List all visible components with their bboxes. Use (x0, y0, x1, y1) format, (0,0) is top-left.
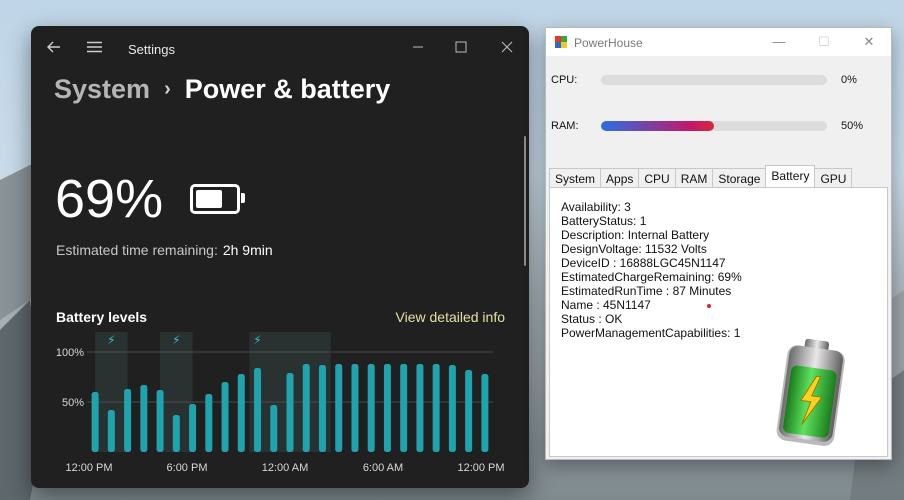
battery-level-bar (270, 405, 278, 452)
battery-level-bar (91, 392, 99, 452)
maximize-icon[interactable]: ☐ (809, 32, 839, 52)
y-tick-label: 50% (62, 397, 84, 409)
ram-label: RAM: (551, 120, 579, 132)
charging-battery-icon (776, 338, 845, 446)
battery-level-bar (351, 364, 359, 452)
battery-level-bar (416, 364, 424, 452)
close-icon[interactable] (494, 34, 520, 60)
battery-level-bar (189, 404, 197, 452)
estimated-time-label: Estimated time remaining: (56, 242, 218, 258)
cpu-meter (601, 75, 827, 85)
battery-level-bar (400, 364, 408, 452)
info-line: PowerManagementCapabilities: 1 (561, 326, 741, 340)
tab-system[interactable]: System (549, 168, 602, 188)
battery-level-bar (286, 373, 294, 452)
tab-ram[interactable]: RAM (674, 168, 714, 188)
menu-hamburger-icon[interactable] (81, 34, 107, 60)
minimize-icon[interactable] (405, 34, 431, 60)
battery-level-bar (318, 365, 326, 452)
battery-info-text: Availability: 3 BatteryStatus: 1 Descripti… (561, 200, 742, 340)
info-line: Availability: 3 (561, 200, 631, 214)
tab-battery[interactable]: Battery (765, 165, 816, 188)
close-icon[interactable]: ✕ (854, 32, 884, 52)
ram-meter (601, 121, 827, 131)
breadcrumb: System › Power & battery (54, 74, 390, 105)
cpu-value: 0% (841, 74, 857, 86)
page-title: Power & battery (184, 74, 391, 104)
y-tick-label: 100% (56, 347, 84, 359)
battery-level-bar (367, 364, 375, 452)
chevron-right-icon: › (164, 78, 171, 100)
tab-apps[interactable]: Apps (600, 168, 640, 188)
scrollbar[interactable] (524, 136, 526, 266)
battery-level-bar (432, 364, 440, 452)
ram-value: 50% (841, 120, 864, 132)
info-line: DesignVoltage: 11532 Volts (561, 242, 707, 256)
tab-strip: System Apps CPU RAM Storage Battery GPU (549, 165, 853, 188)
battery-icon (190, 184, 245, 214)
breadcrumb-system[interactable]: System (54, 74, 150, 104)
battery-level-bar (205, 394, 213, 452)
info-line: EstimatedRunTime : 87 Minutes (561, 284, 732, 298)
lightning-icon: ⚡ (253, 333, 261, 347)
battery-level-bar (481, 374, 489, 452)
red-dot (707, 304, 711, 308)
battery-level-bar (465, 370, 473, 452)
battery-level-bar (107, 410, 115, 452)
battery-levels-title: Battery levels (56, 309, 148, 325)
battery-level-bar (156, 390, 164, 452)
lightning-icon: ⚡ (107, 333, 115, 347)
x-tick-label: 12:00 PM (65, 462, 112, 474)
battery-level-bar (140, 385, 148, 452)
settings-title: Settings (128, 42, 175, 57)
battery-level-bar (335, 364, 343, 452)
settings-titlebar: Settings (31, 26, 529, 66)
battery-level-bar (302, 364, 310, 452)
maximize-icon[interactable] (448, 34, 474, 60)
info-line: Description: Internal Battery (561, 228, 710, 242)
app-icon (555, 36, 567, 48)
x-tick-label: 6:00 PM (167, 462, 208, 474)
estimated-time: Estimated time remaining: 2h 9min (56, 242, 273, 258)
lightning-icon: ⚡ (172, 333, 180, 347)
battery-levels-chart: ⚡ ⚡ ⚡ 100% 50% 12:00 PM 6:00 PM 12:00 AM 6:00 AM… (56, 332, 505, 474)
estimated-time-value: 2h 9min (222, 242, 273, 258)
powerhouse-title: PowerHouse (574, 36, 643, 50)
cpu-label: CPU: (551, 74, 578, 86)
tab-cpu[interactable]: CPU (638, 168, 676, 188)
battery-percent: 69% (55, 169, 164, 229)
x-tick-label: 12:00 AM (262, 462, 308, 474)
battery-level-bar (383, 364, 391, 452)
view-detailed-info-link[interactable]: View detailed info (396, 309, 505, 325)
info-line: BatteryStatus: 1 (561, 214, 647, 228)
info-line: Status : OK (561, 312, 623, 326)
powerhouse-titlebar: PowerHouse — ☐ ✕ (546, 28, 891, 56)
minimize-icon[interactable]: — (764, 32, 794, 52)
back-arrow-icon[interactable] (41, 34, 67, 60)
battery-level-bar (254, 368, 262, 452)
battery-level-bar (448, 365, 456, 452)
battery-level-bar (124, 389, 132, 452)
battery-level-bar (172, 415, 180, 452)
info-line: Name : 45N1147 (561, 298, 651, 312)
battery-level-bar (221, 382, 229, 452)
settings-window: Settings System › Power & battery 69% Esti… (31, 26, 529, 488)
battery-level-bar (237, 374, 245, 452)
tab-storage[interactable]: Storage (712, 168, 767, 188)
x-tick-label: 6:00 AM (363, 462, 403, 474)
info-line: DeviceID : 16888LGC45N1147 (561, 256, 726, 270)
x-tick-label: 12:00 PM (457, 462, 504, 474)
info-line: EstimatedChargeRemaining: 69% (561, 270, 742, 284)
battery-info-panel: Availability: 3 BatteryStatus: 1 Descripti… (549, 187, 888, 457)
powerhouse-window: PowerHouse — ☐ ✕ CPU: 0% RAM: 50% System… (545, 27, 892, 460)
tab-gpu[interactable]: GPU (814, 168, 853, 188)
